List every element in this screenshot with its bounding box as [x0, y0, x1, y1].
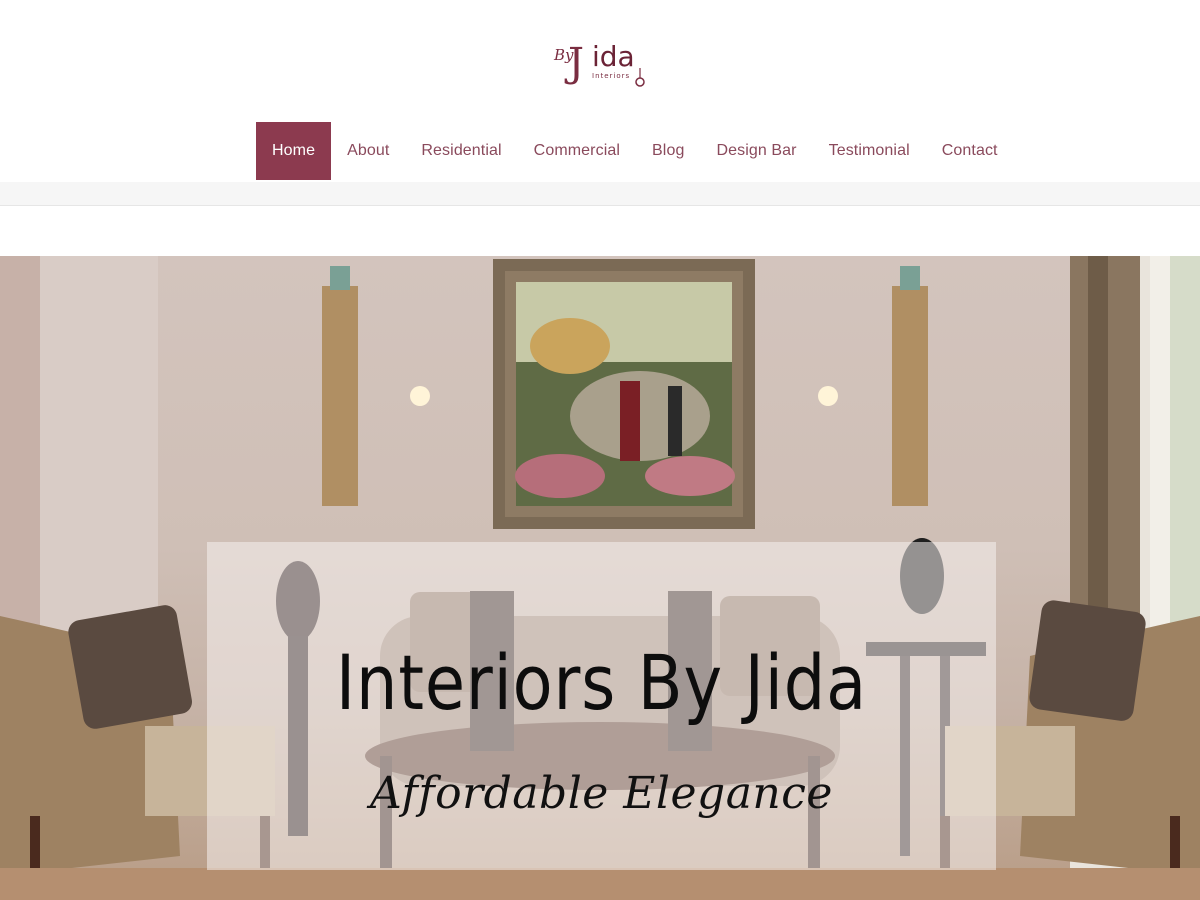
nav-contact[interactable]: Contact [926, 122, 1014, 180]
logo-mark: By J ida Interiors [553, 40, 645, 87]
logo-name-rest: ida [592, 40, 635, 73]
nav-commercial[interactable]: Commercial [518, 122, 636, 180]
nav-testimonial[interactable]: Testimonial [813, 122, 926, 180]
site-logo[interactable]: By J ida Interiors [548, 16, 654, 92]
logo-sub-text: Interiors [592, 72, 630, 80]
site-header: By J ida Interiors Home About Residentia… [0, 0, 1200, 182]
nav-residential[interactable]: Residential [405, 122, 517, 180]
nav-about[interactable]: About [331, 122, 405, 180]
hero-slider[interactable]: Interiors By Jida Affordable Elegance [0, 256, 1200, 900]
nav-blog[interactable]: Blog [636, 122, 700, 180]
logo-gem-icon [635, 77, 645, 87]
hero-tagline: Affordable Elegance [370, 768, 833, 819]
header-divider-bar [0, 182, 1200, 206]
hero-title: Interiors By Jida [335, 638, 868, 727]
hero-caption-box: Interiors By Jida Affordable Elegance [207, 542, 996, 870]
main-nav: Home About Residential Commercial Blog D… [256, 122, 1014, 180]
nav-home[interactable]: Home [256, 122, 332, 180]
nav-design-bar[interactable]: Design Bar [700, 122, 812, 180]
